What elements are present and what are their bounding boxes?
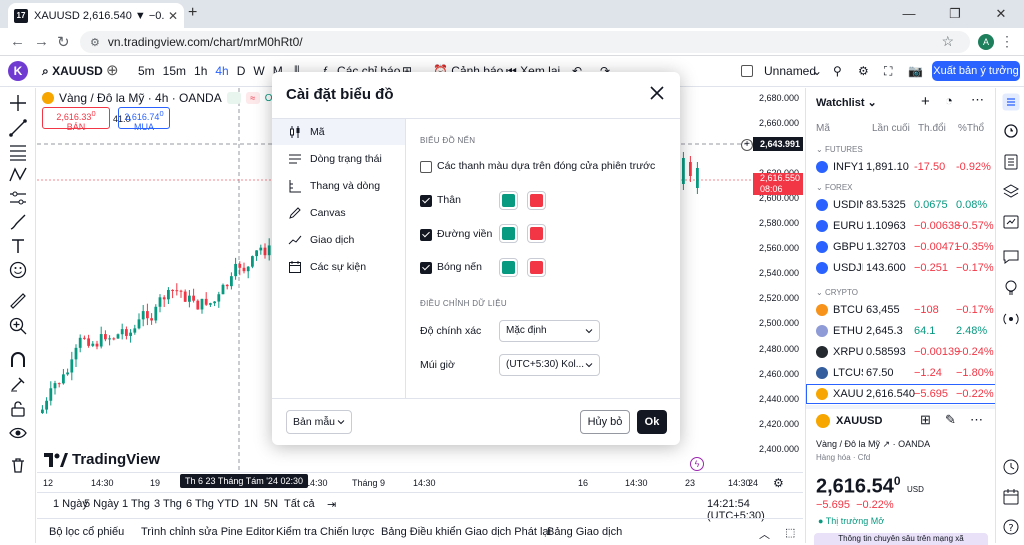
chart-settings-dialog: Cài đặt biểu đồ Mã Dòng trạng thái Thang… bbox=[272, 72, 680, 445]
timezone-label: Múi giờ bbox=[420, 359, 455, 371]
restore-icon[interactable]: ❐ bbox=[932, 0, 978, 28]
browser-menu-icon[interactable]: ⋮ bbox=[1000, 33, 1014, 50]
calendar-icon bbox=[289, 261, 301, 273]
nav-events[interactable]: Các sự kiện bbox=[272, 254, 405, 280]
precision-select[interactable]: Mặc định bbox=[499, 320, 600, 342]
nav-label: Giao dịch bbox=[310, 234, 355, 246]
tradingview-favicon-icon: 17 bbox=[14, 8, 28, 23]
nav-scales-lines[interactable]: Thang và dòng bbox=[272, 173, 405, 199]
wick-down-color-swatch[interactable] bbox=[527, 258, 546, 277]
address-bar: ← → ↻ ⚙ vn.tradingview.com/chart/mrM0hRt… bbox=[0, 28, 1024, 56]
section-candles: BIỂU ĐỒ NẾN bbox=[420, 136, 476, 145]
timezone-select[interactable]: (UTC+5:30) Kol... bbox=[499, 354, 600, 376]
browser-tab[interactable]: 17 XAUUSD 2,616.540 ▼ −0.22% U ✕ bbox=[8, 3, 184, 28]
dialog-title: Cài đặt biểu đồ bbox=[286, 86, 394, 103]
site-info-icon[interactable]: ⚙ bbox=[90, 36, 100, 49]
body-label: Thân bbox=[437, 194, 461, 206]
reload-icon[interactable]: ↻ bbox=[57, 33, 70, 51]
body-down-color-swatch[interactable] bbox=[527, 191, 546, 210]
forward-icon[interactable]: → bbox=[34, 33, 49, 50]
wick-label: Bóng nến bbox=[437, 261, 482, 273]
nav-label: Mã bbox=[310, 126, 325, 138]
close-dialog-icon[interactable] bbox=[650, 86, 664, 100]
settings-body: BIỂU ĐỒ NẾN Các thanh màu dựa trên đóng … bbox=[406, 118, 680, 398]
profile-avatar[interactable]: A bbox=[978, 34, 994, 50]
url-field[interactable]: ⚙ vn.tradingview.com/chart/mrM0hRt0/ bbox=[80, 31, 970, 53]
settings-nav: Mã Dòng trạng thái Thang và dòng Canvas … bbox=[272, 118, 406, 398]
precision-label: Độ chính xác bbox=[420, 325, 482, 337]
chevron-down-icon bbox=[585, 329, 593, 334]
nav-status-line[interactable]: Dòng trạng thái bbox=[272, 146, 405, 172]
nav-label: Canvas bbox=[310, 207, 346, 219]
pencil-icon bbox=[289, 207, 301, 219]
section-data: ĐIỀU CHỈNH DỮ LIỆU bbox=[420, 299, 507, 308]
wick-checkbox[interactable] bbox=[420, 262, 432, 274]
window-controls: — ❐ ✕ bbox=[886, 0, 1024, 28]
new-tab-icon[interactable]: + bbox=[188, 4, 197, 22]
back-icon[interactable]: ← bbox=[10, 33, 25, 50]
close-window-icon[interactable]: ✕ bbox=[978, 0, 1024, 28]
url-text: vn.tradingview.com/chart/mrM0hRt0/ bbox=[107, 35, 303, 49]
prev-close-checkbox[interactable] bbox=[420, 161, 432, 173]
candles-icon bbox=[290, 126, 300, 138]
chevron-down-icon bbox=[585, 363, 593, 368]
nav-label: Dòng trạng thái bbox=[310, 153, 382, 165]
ok-button[interactable]: Ok bbox=[637, 410, 667, 434]
tab-title: XAUUSD 2,616.540 ▼ −0.22% U bbox=[34, 9, 164, 22]
trading-icon bbox=[288, 235, 302, 245]
bookmark-star-icon[interactable]: ☆ bbox=[941, 33, 954, 50]
status-line-icon bbox=[289, 154, 301, 164]
nav-canvas[interactable]: Canvas bbox=[272, 200, 405, 226]
nav-label: Các sự kiện bbox=[310, 261, 367, 273]
border-down-color-swatch[interactable] bbox=[527, 224, 546, 243]
nav-trading[interactable]: Giao dịch bbox=[272, 227, 405, 253]
dialog-footer: Bản mẫu Hủy bỏ Ok bbox=[272, 398, 680, 445]
body-up-color-swatch[interactable] bbox=[499, 191, 518, 210]
browser-tab-bar: 17 XAUUSD 2,616.540 ▼ −0.22% U ✕ + — ❐ ✕ bbox=[0, 0, 1024, 28]
prev-close-label: Các thanh màu dựa trên đóng cửa phiên tr… bbox=[437, 160, 656, 172]
timezone-value: (UTC+5:30) Kol... bbox=[506, 359, 585, 370]
border-up-color-swatch[interactable] bbox=[499, 224, 518, 243]
template-label: Bản mẫu bbox=[293, 416, 336, 428]
close-tab-icon[interactable]: ✕ bbox=[168, 9, 178, 23]
wick-up-color-swatch[interactable] bbox=[499, 258, 518, 277]
body-checkbox[interactable] bbox=[420, 195, 432, 207]
template-dropdown[interactable]: Bản mẫu bbox=[286, 410, 352, 434]
cancel-button[interactable]: Hủy bỏ bbox=[580, 410, 630, 434]
border-label: Đường viền bbox=[437, 228, 493, 240]
border-checkbox[interactable] bbox=[420, 229, 432, 241]
precision-value: Mặc định bbox=[506, 325, 547, 336]
nav-label: Thang và dòng bbox=[310, 180, 381, 192]
scales-icon bbox=[289, 180, 301, 193]
nav-symbol[interactable]: Mã bbox=[272, 119, 405, 145]
chevron-down-icon bbox=[337, 420, 345, 425]
minimize-icon[interactable]: — bbox=[886, 0, 932, 28]
